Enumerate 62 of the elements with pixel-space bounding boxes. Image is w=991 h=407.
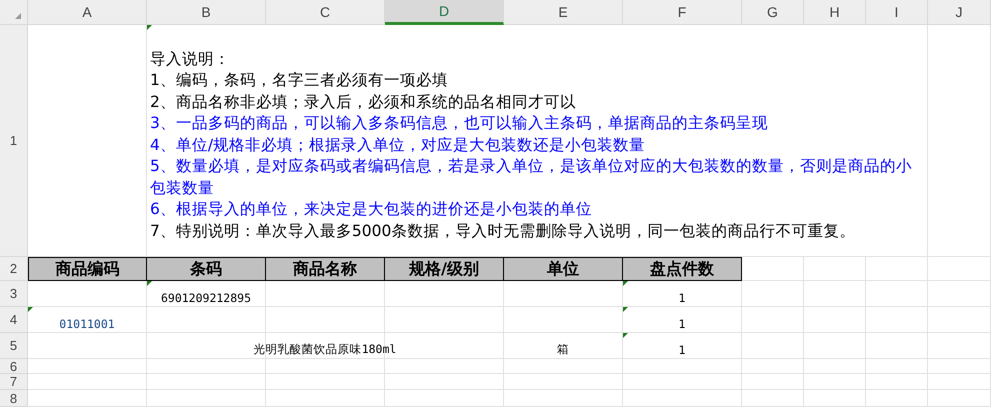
column-header[interactable]: D (385, 0, 504, 25)
empty-cell (928, 307, 991, 333)
header-cell: 条码 (147, 257, 266, 281)
select-all-icon[interactable] (15, 13, 21, 19)
empty-cell (804, 359, 866, 374)
cell-text: 1 (678, 342, 686, 356)
header-cell: 规格/级别 (385, 257, 504, 281)
empty-cell (804, 374, 866, 390)
empty-cell (804, 390, 866, 407)
cell-text: 箱 (557, 342, 569, 357)
instruction-line: 7、特别说明：单次导入最多5000条数据，导入时无需删除导入说明，同一包装的商品行不可重复。 (150, 220, 856, 242)
instruction-line: 6、根据导入的单位，来决定是大包装的进价还是小包装的单位 (150, 199, 593, 220)
header-cell: 盘点件数 (623, 257, 742, 281)
empty-cell (866, 333, 928, 359)
header-cell: 商品编码 (28, 257, 147, 281)
column-header[interactable]: B (147, 0, 266, 25)
column-header[interactable]: E (504, 0, 623, 25)
header-cell: 单位 (504, 257, 623, 281)
row-header[interactable]: 2 (0, 257, 28, 281)
empty-cell (928, 333, 991, 359)
row-header[interactable]: 8 (0, 390, 28, 407)
column-header[interactable]: I (866, 0, 928, 25)
column-header[interactable]: G (742, 0, 804, 25)
row-header[interactable]: 7 (0, 374, 28, 390)
empty-cell (866, 281, 928, 307)
instruction-line: 2、商品名称非必填；录入后，必须和系统的品名相同才可以 (150, 92, 577, 112)
row-header[interactable]: 5 (0, 333, 28, 359)
instruction-line: 导入说明： (150, 48, 231, 70)
empty-cell (866, 359, 928, 374)
empty-cell (742, 374, 804, 390)
empty-cell (742, 359, 804, 374)
cell-text: 01011001 (59, 316, 115, 330)
empty-cell (804, 281, 866, 307)
empty-cell (742, 390, 804, 407)
row-header[interactable]: 3 (0, 281, 28, 307)
instruction-line: 1、编码，条码，名字三者必须有一项必填 (150, 70, 449, 91)
empty-cell (928, 257, 991, 281)
empty-cell (866, 374, 928, 390)
empty-cell (866, 307, 928, 333)
instruction-line: 5、数量必填，是对应条码或者编码信息，若是录入单位，是该单位对应的大包装数的数量，否则是商品的小包装数量 (150, 156, 913, 198)
cell-text: 光明乳酸菌饮品原味180ml (254, 342, 396, 357)
empty-cell (928, 359, 991, 374)
column-header[interactable]: H (804, 0, 866, 25)
cell-text: 1 (678, 316, 686, 330)
empty-cell (928, 374, 991, 390)
instruction-line: 3、一品多码的商品，可以输入多条码信息，也可以输入主条码，单据商品的主条码呈现 (150, 113, 769, 134)
column-header[interactable]: F (623, 0, 742, 25)
empty-cell (866, 390, 928, 407)
cell-text: 6901209212895 (160, 290, 251, 304)
row-header[interactable]: 4 (0, 307, 28, 333)
empty-cell (804, 333, 866, 359)
column-header[interactable]: A (28, 0, 147, 25)
empty-cell (928, 281, 991, 307)
row-header[interactable]: 6 (0, 359, 28, 374)
column-header[interactable]: C (266, 0, 385, 25)
cell-text: 1 (678, 290, 686, 304)
row-header[interactable]: 1 (0, 25, 28, 257)
empty-cell (928, 390, 991, 407)
column-header[interactable]: J (928, 0, 991, 25)
instruction-line: 4、单位/规格非必填；根据录入单位，对应是大包装数还是小包装数量 (150, 134, 646, 156)
header-cell: 商品名称 (266, 257, 385, 281)
empty-cell (804, 307, 866, 333)
